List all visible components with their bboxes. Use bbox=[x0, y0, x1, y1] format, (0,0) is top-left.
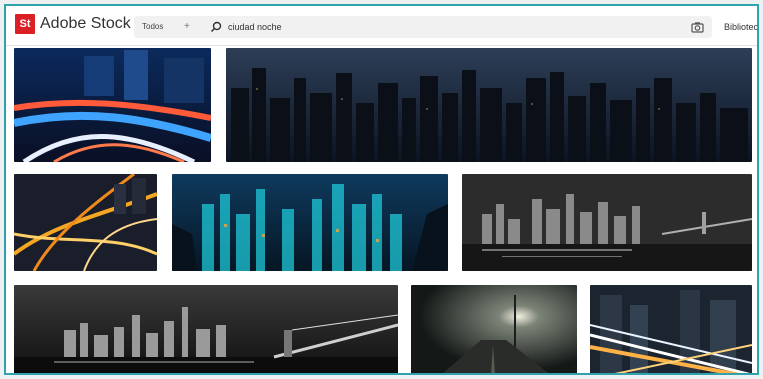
result-image-highway-interchange[interactable] bbox=[14, 174, 157, 271]
result-image-manhattan-monochrome[interactable] bbox=[462, 174, 752, 271]
result-image-foggy-street-lamp[interactable] bbox=[411, 285, 577, 373]
app-title[interactable]: Adobe Stock bbox=[40, 14, 131, 34]
libraries-link[interactable]: Bibliotecas bbox=[724, 16, 757, 38]
search-scope-dropdown[interactable]: Todos bbox=[142, 16, 163, 38]
search-icon[interactable] bbox=[210, 21, 222, 33]
search-bar: Todos + bbox=[134, 16, 712, 38]
result-image-brooklyn-bridge[interactable] bbox=[14, 285, 398, 373]
result-image-city-skyline[interactable] bbox=[226, 48, 752, 162]
top-bar: St Adobe Stock Todos + Bibliotecas bbox=[6, 6, 757, 46]
adobe-stock-logo[interactable]: St bbox=[15, 14, 35, 34]
search-input[interactable] bbox=[228, 16, 608, 38]
camera-icon[interactable] bbox=[691, 21, 704, 33]
result-image-hong-kong-night[interactable] bbox=[172, 174, 448, 271]
app-window: St Adobe Stock Todos + Bibliotecas bbox=[4, 4, 759, 375]
result-image-light-trails[interactable] bbox=[14, 48, 211, 162]
scope-toggle-icon[interactable]: + bbox=[184, 16, 190, 38]
result-image-skyscraper-light-streaks[interactable] bbox=[590, 285, 752, 373]
